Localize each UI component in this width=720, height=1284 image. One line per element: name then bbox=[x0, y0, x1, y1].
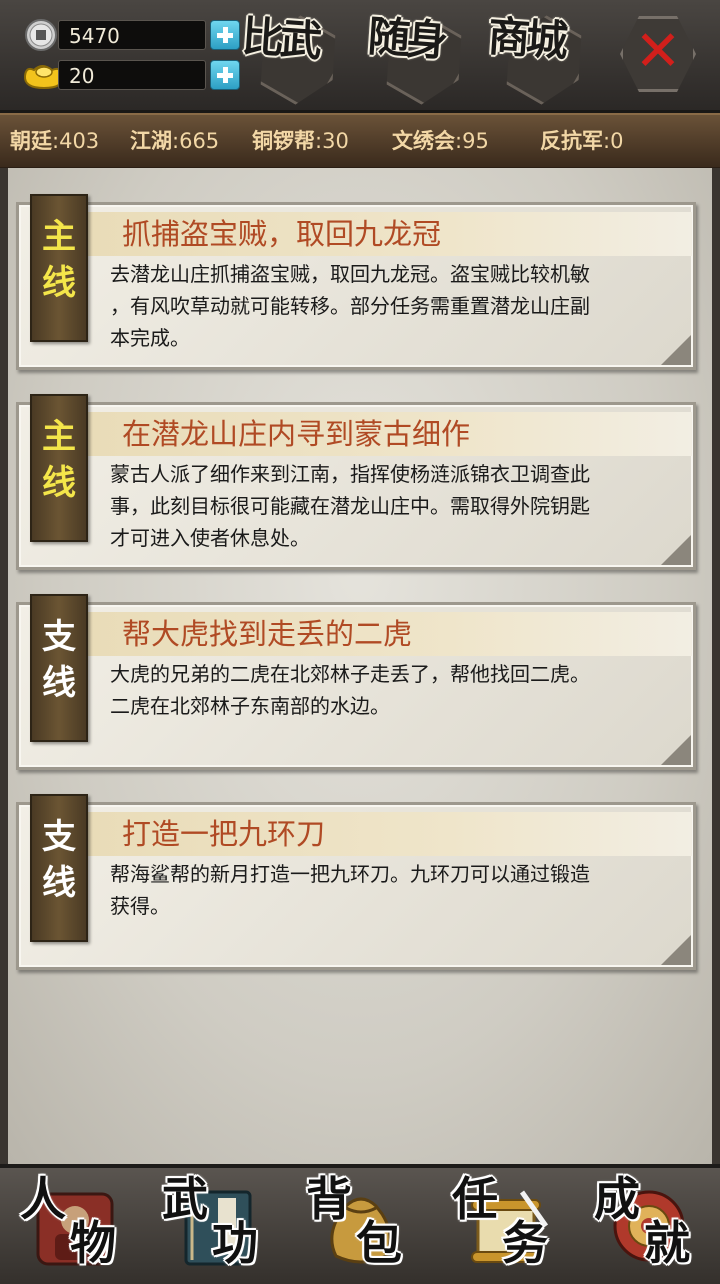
silver-currency: 5470 bbox=[22, 18, 240, 52]
desc-line: 大虎的兄弟的二虎在北郊林子走丢了，帮他找回二虎。 bbox=[110, 662, 590, 686]
faction-rebels: 反抗军:0 bbox=[540, 129, 624, 153]
nav-char-1: 成 bbox=[594, 1172, 640, 1226]
nav-char-2: 功 bbox=[212, 1216, 258, 1270]
shop-label: 商城 bbox=[486, 11, 566, 66]
close-button[interactable]: ✕ bbox=[620, 16, 696, 92]
carry-label: 随身 bbox=[366, 11, 446, 66]
desc-line: 去潜龙山庄抓捕盗宝贼，取回九龙冠。盗宝贼比较机敏 bbox=[110, 262, 590, 286]
gold-amount: 20 bbox=[58, 60, 206, 90]
bottom-nav: 人 物 武 功 背 包 任 务 成 就 bbox=[0, 1164, 720, 1284]
carry-button[interactable]: 随身 bbox=[366, 10, 472, 102]
quest-title: 打造一把九环刀 bbox=[122, 817, 326, 851]
desc-line: 二虎在北郊林子东南部的水边。 bbox=[110, 694, 390, 718]
faction-value: 665 bbox=[179, 129, 220, 153]
tag-char: 支 bbox=[42, 617, 76, 657]
quest-card[interactable]: 在潜龙山庄内寻到蒙古细作 蒙古人派了细作来到江南，指挥使杨涟派锦衣卫调查此 事，… bbox=[16, 394, 696, 570]
faction-wenxiu: 文绣会:95 bbox=[392, 129, 489, 153]
side-quest-tag: 支 线 bbox=[30, 594, 88, 742]
tag-text: 主 线 bbox=[32, 414, 86, 506]
nav-character[interactable]: 人 物 bbox=[8, 1172, 142, 1280]
faction-name: 铜锣帮 bbox=[252, 129, 315, 153]
nav-char-1: 武 bbox=[162, 1172, 208, 1226]
nav-char-1: 人 bbox=[20, 1172, 66, 1226]
tag-text: 主 线 bbox=[32, 214, 86, 306]
nav-char-1: 任 bbox=[452, 1172, 498, 1226]
nav-bag[interactable]: 背 包 bbox=[294, 1172, 428, 1280]
tag-char: 支 bbox=[42, 817, 76, 857]
nav-char-2: 就 bbox=[644, 1216, 690, 1270]
quest-title: 帮大虎找到走丢的二虎 bbox=[122, 617, 413, 651]
tag-char: 线 bbox=[42, 263, 76, 303]
quest-title: 在潜龙山庄内寻到蒙古细作 bbox=[122, 417, 471, 451]
quest-list[interactable]: 抓捕盗宝贼，取回九龙冠 去潜龙山庄抓捕盗宝贼，取回九龙冠。盗宝贼比较机敏 ，有风… bbox=[0, 168, 720, 1164]
tag-char: 线 bbox=[42, 463, 76, 503]
desc-line: 才可进入使者休息处。 bbox=[110, 526, 310, 550]
add-gold-button[interactable] bbox=[210, 60, 240, 90]
quest-description: 蒙古人派了细作来到江南，指挥使杨涟派锦衣卫调查此 事，此刻目标很可能藏在潜龙山庄… bbox=[110, 458, 670, 554]
pvp-label: 比武 bbox=[240, 11, 320, 66]
add-silver-button[interactable] bbox=[210, 20, 240, 50]
side-quest-tag: 支 线 bbox=[30, 794, 88, 942]
quest-title: 抓捕盗宝贼，取回九龙冠 bbox=[122, 217, 442, 251]
desc-line: 本完成。 bbox=[110, 326, 190, 350]
faction-name: 反抗军 bbox=[540, 129, 603, 153]
nav-char-2: 物 bbox=[70, 1216, 116, 1270]
tag-char: 线 bbox=[42, 663, 76, 703]
faction-jianghu: 江湖:665 bbox=[130, 129, 220, 153]
frame-edge bbox=[0, 168, 8, 1164]
faction-court: 朝廷:403 bbox=[10, 129, 100, 153]
faction-value: 0 bbox=[610, 129, 624, 153]
main-quest-tag: 主 线 bbox=[30, 194, 88, 342]
tag-text: 支 线 bbox=[32, 814, 86, 906]
nav-char-1: 背 bbox=[306, 1172, 352, 1226]
close-icon: ✕ bbox=[634, 19, 682, 84]
desc-line: 蒙古人派了细作来到江南，指挥使杨涟派锦衣卫调查此 bbox=[110, 462, 590, 486]
desc-line: ，有风吹草动就可能转移。部分任务需重置潜龙山庄副 bbox=[110, 294, 590, 318]
faction-value: 403 bbox=[59, 129, 100, 153]
quest-description: 大虎的兄弟的二虎在北郊林子走丢了，帮他找回二虎。 二虎在北郊林子东南部的水边。 bbox=[110, 658, 670, 722]
main-quest-tag: 主 线 bbox=[30, 394, 88, 542]
faction-tongluo: 铜锣帮:30 bbox=[252, 129, 349, 153]
shop-button[interactable]: 商城 bbox=[486, 10, 592, 102]
quest-card[interactable]: 帮大虎找到走丢的二虎 大虎的兄弟的二虎在北郊林子走丢了，帮他找回二虎。 二虎在北… bbox=[16, 594, 696, 770]
desc-line: 获得。 bbox=[110, 894, 170, 918]
tag-char: 主 bbox=[42, 417, 76, 457]
faction-name: 文绣会 bbox=[392, 129, 455, 153]
quest-card[interactable]: 抓捕盗宝贼，取回九龙冠 去潜龙山庄抓捕盗宝贼，取回九龙冠。盗宝贼比较机敏 ，有风… bbox=[16, 194, 696, 370]
gold-currency: 20 bbox=[22, 58, 240, 92]
desc-line: 帮海鲨帮的新月打造一把九环刀。九环刀可以通过锻造 bbox=[110, 862, 590, 886]
silver-amount: 5470 bbox=[58, 20, 206, 50]
quest-description: 帮海鲨帮的新月打造一把九环刀。九环刀可以通过锻造 获得。 bbox=[110, 858, 670, 922]
tag-text: 支 线 bbox=[32, 614, 86, 706]
faction-name: 朝廷 bbox=[10, 129, 52, 153]
nav-martial-arts[interactable]: 武 功 bbox=[150, 1172, 284, 1280]
desc-line: 事，此刻目标很可能藏在潜龙山庄中。需取得外院钥匙 bbox=[110, 494, 590, 518]
faction-value: 30 bbox=[322, 129, 349, 153]
nav-char-2: 包 bbox=[356, 1216, 402, 1270]
faction-reputation-bar: 朝廷:403 江湖:665 铜锣帮:30 文绣会:95 反抗军:0 bbox=[0, 113, 720, 169]
frame-edge bbox=[712, 168, 720, 1164]
faction-value: 95 bbox=[462, 129, 489, 153]
pvp-button[interactable]: 比武 bbox=[240, 10, 346, 102]
tag-char: 线 bbox=[42, 863, 76, 903]
tag-char: 主 bbox=[42, 217, 76, 257]
faction-name: 江湖 bbox=[130, 129, 172, 153]
nav-achievements[interactable]: 成 就 bbox=[582, 1172, 716, 1280]
top-bar: 5470 20 比武 随身 商城 ✕ bbox=[0, 0, 720, 113]
quest-description: 去潜龙山庄抓捕盗宝贼，取回九龙冠。盗宝贼比较机敏 ，有风吹草动就可能转移。部分任… bbox=[110, 258, 670, 354]
nav-quests[interactable]: 任 务 bbox=[440, 1172, 574, 1280]
nav-char-2: 务 bbox=[502, 1216, 548, 1270]
quest-card[interactable]: 打造一把九环刀 帮海鲨帮的新月打造一把九环刀。九环刀可以通过锻造 获得。 支 线 bbox=[16, 794, 696, 970]
